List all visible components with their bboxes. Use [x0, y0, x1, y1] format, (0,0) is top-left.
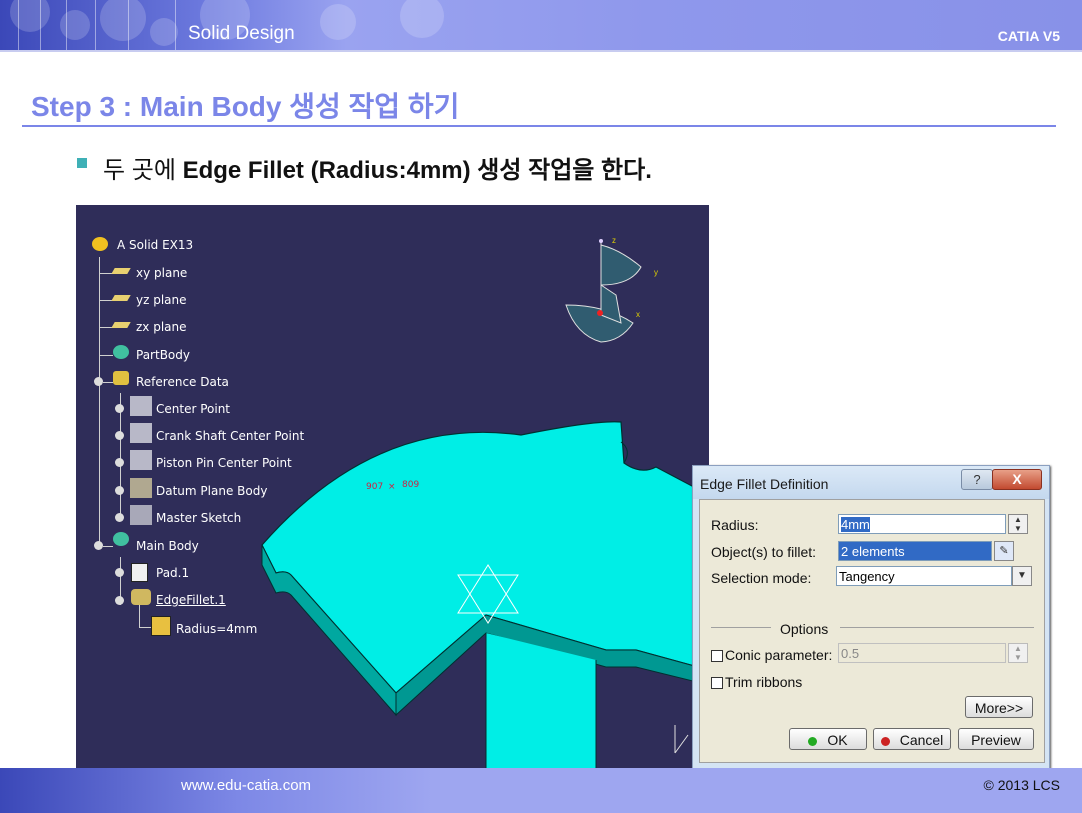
expand-icon[interactable]	[115, 431, 124, 440]
plane-icon	[111, 322, 131, 328]
footer-bar: www.edu-catia.com © 2013 LCS	[0, 768, 1082, 813]
point-icon	[130, 396, 152, 416]
part-root-icon	[92, 237, 108, 251]
tree-item-main-body[interactable]: Main Body	[136, 539, 199, 553]
options-divider-right	[840, 627, 1034, 628]
expand-icon[interactable]	[115, 458, 124, 467]
tree-root[interactable]: A Solid EX13	[117, 238, 193, 252]
chevron-down-icon[interactable]: ▼	[1012, 566, 1032, 586]
edge-fillet-dialog: Edge Fillet Definition ? X Radius: 4mm ▲…	[692, 465, 1050, 769]
gear-icon	[113, 532, 129, 546]
radius-input[interactable]: 4mm	[838, 514, 1006, 534]
axis-y-label: y	[654, 268, 658, 277]
axis-z-label: z	[612, 236, 616, 245]
sketch-icon	[130, 505, 152, 525]
footer-copyright: © 2013 LCS	[983, 777, 1060, 793]
selection-mode-label: Selection mode:	[711, 570, 812, 586]
ok-label: OK	[827, 732, 848, 748]
more-button[interactable]: More>>	[965, 696, 1033, 718]
objects-label: Object(s) to fillet:	[711, 544, 817, 560]
footer-url[interactable]: www.edu-catia.com	[181, 777, 311, 794]
instruction-text: 두 곳에 Edge Fillet (Radius:4mm) 생성 작업을 한다.	[103, 150, 652, 185]
help-button[interactable]: ?	[961, 469, 993, 490]
objects-input[interactable]: 2 elements	[838, 541, 992, 561]
tree-item-crank-shaft-center-point[interactable]: Crank Shaft Center Point	[156, 429, 304, 443]
collapse-icon[interactable]	[115, 596, 124, 605]
tree-item-center-point[interactable]: Center Point	[156, 402, 230, 416]
close-button[interactable]: X	[992, 469, 1042, 490]
header-divider	[0, 50, 1082, 52]
step-title: Step 3 : Main Body 생성 작업 하기	[31, 91, 460, 122]
datum-body-icon	[130, 478, 152, 498]
expand-icon[interactable]	[115, 513, 124, 522]
tree-item-datum-plane-body[interactable]: Datum Plane Body	[156, 484, 267, 498]
plane-icon	[111, 295, 131, 301]
trim-ribbons-label: Trim ribbons	[725, 674, 803, 690]
trim-ribbons-checkbox[interactable]	[711, 677, 723, 689]
tree-item-zx-plane[interactable]: zx plane	[136, 320, 187, 334]
point-icon	[130, 423, 152, 443]
catia-viewport[interactable]: 907 × 809 z y x A Solid EX13 xy plane yz…	[76, 205, 709, 770]
edit-list-icon[interactable]: ✎	[994, 541, 1014, 561]
options-label: Options	[780, 621, 829, 637]
instruction-post: 생성 작업을 한다.	[470, 157, 652, 184]
expand-icon[interactable]	[115, 404, 124, 413]
dialog-title: Edge Fillet Definition	[700, 476, 829, 492]
tree-item-reference-data[interactable]: Reference Data	[136, 375, 229, 389]
tree-item-pad-1[interactable]: Pad.1	[156, 566, 189, 580]
collapse-icon[interactable]	[94, 377, 103, 386]
reference-data-icon	[113, 371, 129, 385]
tree-item-xy-plane[interactable]: xy plane	[136, 266, 187, 280]
dialog-body: Radius: 4mm ▲ ▼ Object(s) to fillet: 2 el…	[699, 499, 1045, 763]
bullet-icon	[77, 158, 87, 168]
tree-item-yz-plane[interactable]: yz plane	[136, 293, 187, 307]
gear-icon	[113, 345, 129, 359]
conic-parameter-input[interactable]: 0.5	[838, 643, 1006, 663]
tree-item-edgefillet-1[interactable]: EdgeFillet.1	[156, 593, 226, 607]
header-bar: Solid Design CATIA V5	[0, 0, 1082, 50]
axis-triad	[565, 239, 642, 343]
instruction-pre: 두 곳에	[103, 157, 183, 184]
axis-x-label: x	[636, 310, 640, 319]
mini-axis-icon	[674, 725, 689, 754]
pad-icon	[131, 563, 148, 582]
tree-item-radius[interactable]: Radius=4mm	[176, 622, 257, 636]
cancel-label: Cancel	[899, 732, 944, 748]
ok-icon	[808, 736, 818, 746]
tree-item-partbody[interactable]: PartBody	[136, 348, 190, 362]
dialog-title-bar[interactable]: Edge Fillet Definition ? X	[693, 466, 1049, 499]
tree-item-master-sketch[interactable]: Master Sketch	[156, 511, 241, 525]
instruction-bold: Edge Fillet (Radius:4mm)	[182, 157, 471, 184]
fillet-icon	[131, 589, 151, 605]
point-label-b: 809	[402, 480, 419, 490]
expand-icon[interactable]	[115, 568, 124, 577]
specification-tree: A Solid EX13 xy plane yz plane zx plane …	[76, 205, 376, 770]
preview-button[interactable]: Preview	[958, 728, 1034, 750]
point-marker: ×	[388, 482, 396, 492]
header-product: CATIA V5	[997, 28, 1060, 44]
header-title: Solid Design	[188, 23, 295, 44]
conic-parameter-label: Conic parameter:	[725, 647, 833, 663]
radius-spinner[interactable]: ▲ ▼	[1008, 514, 1028, 534]
tree-item-piston-pin-center-point[interactable]: Piston Pin Center Point	[156, 456, 292, 470]
radius-value: 4mm	[841, 517, 870, 532]
radius-label: Radius:	[711, 517, 759, 533]
plane-icon	[111, 268, 131, 274]
parameter-icon	[151, 616, 171, 636]
expand-icon[interactable]	[115, 486, 124, 495]
step-title-rule	[22, 125, 1056, 127]
point-icon	[130, 450, 152, 470]
collapse-icon[interactable]	[94, 541, 103, 550]
ok-button[interactable]: OK	[789, 728, 867, 750]
options-divider-left	[711, 627, 771, 628]
conic-parameter-checkbox[interactable]	[711, 650, 723, 662]
cancel-button[interactable]: Cancel	[873, 728, 951, 750]
cancel-icon	[880, 736, 890, 746]
selection-mode-select[interactable]: Tangency	[836, 566, 1012, 586]
conic-spinner[interactable]: ▲ ▼	[1008, 643, 1028, 663]
